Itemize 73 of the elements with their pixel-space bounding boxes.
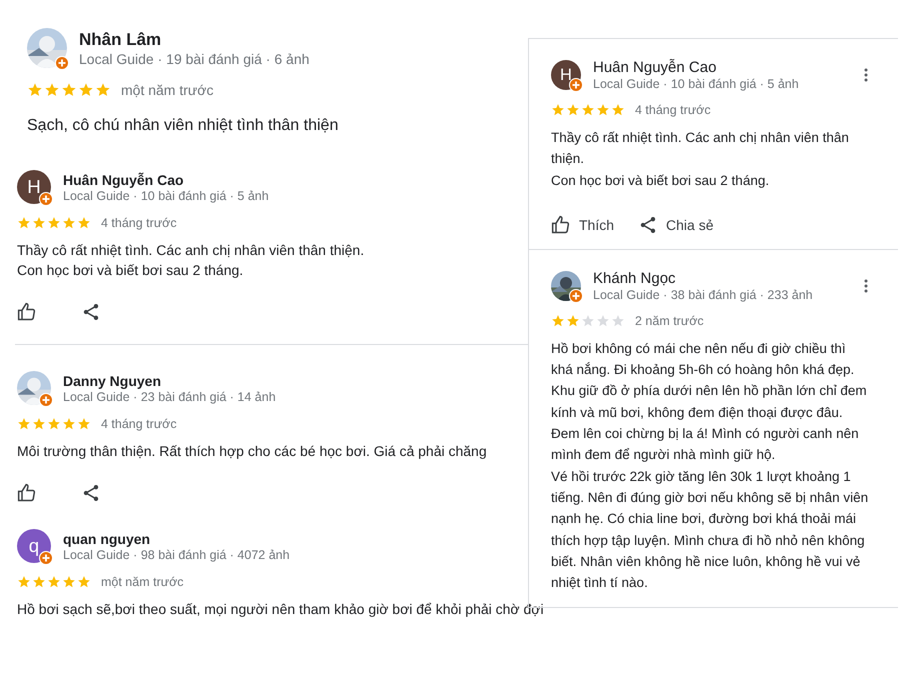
star-icon [611,314,625,328]
review-text: Thầy cô rất nhiệt tình. Các anh chị nhân viên thân thiện. [551,129,850,168]
reviewer-name[interactable]: Huân Nguyễn Cao [593,59,846,76]
star-icon [611,103,625,117]
star-icon [77,417,91,431]
local-guide-badge-icon [569,288,583,303]
review-time: một năm trước [101,575,184,589]
star-icon [581,314,595,328]
share-icon [81,483,101,503]
like-button[interactable] [17,302,37,322]
star-icon [61,82,77,98]
star-icon [551,103,565,117]
star-icon [62,575,76,589]
review-text: Hồ bơi không có mái che nên nếu đi giờ chiều thì khá nắng. Đi khoảng 5h-6h có hoàng hôn khá đẹp. Khu giữ đồ ở phía dưới nên lên hồ phần lớn chỉ đem kính và mũ bơi, không đem điện thoại được đâu. Đem lên coi chừng bị la á! Mình có người canh nên mình đem để người nhà mình giữ hộ. [551,340,868,464]
star-icon [551,314,565,328]
star-icon [62,216,76,230]
star-icon [95,82,111,98]
star-icon [78,82,94,98]
reviewer-info: Local Guide · 10 bài đánh giá · 5 ảnh [63,188,270,202]
local-guide-badge-icon [39,393,53,407]
star-icon [596,103,610,117]
review-time: 4 tháng trước [101,216,177,230]
star-icon [581,103,595,117]
star-icon [47,575,61,589]
star-icon [32,216,46,230]
review-time: 2 năm trước [635,314,704,328]
star-icon [17,575,31,589]
share-icon [81,302,101,322]
star-icon [44,82,60,98]
review-time: 4 tháng trước [635,103,711,117]
reviewer-name[interactable]: Huân Nguyễn Cao [63,172,528,188]
star-icon [566,314,580,328]
review-time: 4 tháng trước [101,417,177,431]
thumbs-up-icon [551,214,571,235]
review-text: Môi trường thân thiện. Rất thích hợp cho các bé học bơi. Giá cả phải chăng [17,442,487,461]
reviewer-info: Local Guide · 10 bài đánh giá · 5 ảnh [593,77,800,91]
local-guide-badge-icon [39,551,53,565]
reviewer-name[interactable]: Nhân Lâm [79,30,528,50]
star-icon [47,216,61,230]
reviewer-name[interactable]: Danny Nguyen [63,372,528,388]
reviewer-info: Local Guide · 98 bài đánh giá · 4072 ảnh [63,548,291,562]
star-icon [566,103,580,117]
star-icon [27,82,43,98]
star-icon [32,417,46,431]
review-text: Vé hồi trước 22k giờ tăng lên 30k 1 lượt khoảng 1 tiếng. Nên đi đúng giờ bơi nếu không sẽ bị nhân viên nạnh hẹ. Có chia line bơi, đường bơi khá thoải mái thích hợp tập luyện. Mình chưa đi hồ nhỏ nên không biết. Nhân viên không hề nice luôn, không hề vui vẻ nhiệt tình tí nào. [551,468,869,592]
thumbs-up-icon [17,302,37,322]
review-text: Thầy cô rất nhiệt tình. Các anh chị nhân viên thân thiện. [17,241,364,260]
star-icon [17,216,31,230]
review-text: Sạch, cô chú nhân viên nhiệt tình thân thiện [27,116,338,136]
review-time: một năm trước [121,82,214,98]
reviewer-info: Local Guide · 19 bài đánh giá · 6 ảnh [79,50,310,66]
local-guide-badge-icon [39,192,53,206]
local-guide-badge-icon [55,56,69,70]
like-button[interactable] [17,483,37,503]
reviewer-name[interactable]: quan nguyen [63,530,528,546]
reviewer-info: Local Guide · 23 bài đánh giá · 14 ảnh [63,390,277,404]
star-icon [47,417,61,431]
star-icon [62,417,76,431]
thumbs-up-icon [17,483,37,503]
share-button[interactable] [81,302,101,322]
reviewer-info: Local Guide · 38 bài đánh giá · 233 ảnh [593,288,814,302]
star-icon [32,575,46,589]
star-icon [77,216,91,230]
local-guide-badge-icon [569,78,583,92]
like-button[interactable]: Thích [551,214,614,235]
review-text: Con học bơi và biết bơi sau 2 tháng. [17,261,244,280]
star-icon [596,314,610,328]
review-text: Con học bơi và biết bơi sau 2 tháng. [551,172,770,190]
reviewer-name[interactable]: Khánh Ngọc [593,270,846,287]
share-button[interactable]: Chia sẻ [638,214,714,235]
share-button[interactable] [81,483,101,503]
star-icon [77,575,91,589]
star-icon [17,417,31,431]
